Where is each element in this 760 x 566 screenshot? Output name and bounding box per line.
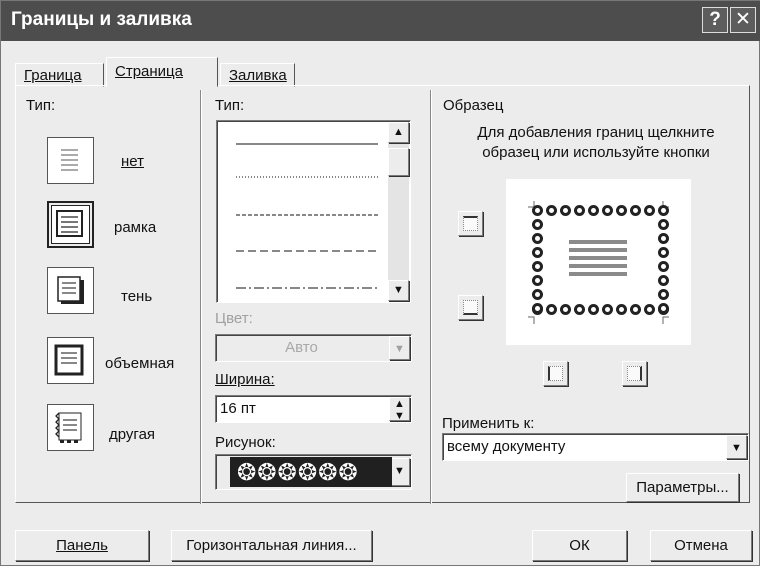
width-select[interactable]: 16 пт ▲ ▼ xyxy=(215,395,412,423)
page-shadow-icon xyxy=(47,267,94,314)
art-border-bead xyxy=(560,205,571,216)
art-border-bead xyxy=(658,261,669,272)
ok-button[interactable]: ОК xyxy=(532,530,627,561)
apply-label: Применить к: xyxy=(442,415,535,432)
line-style-list[interactable]: ▲ ▼ xyxy=(216,120,411,303)
art-border-bead xyxy=(560,304,571,315)
art-border-bead xyxy=(658,219,669,230)
art-border-bead xyxy=(602,304,613,315)
art-border-bead xyxy=(602,205,613,216)
setting-none-label: нет xyxy=(121,153,144,170)
art-border-bead xyxy=(630,205,641,216)
page-3d-icon xyxy=(47,337,94,384)
art-border-bead xyxy=(532,261,543,272)
art-border-bead xyxy=(532,275,543,286)
color-value: Авто xyxy=(285,339,318,356)
title-bar: Границы и заливка ? ✕ xyxy=(1,1,760,41)
width-value: 16 пт xyxy=(220,400,256,417)
left-border-button[interactable] xyxy=(543,361,568,386)
art-border-bead xyxy=(644,304,655,315)
art-border-bead xyxy=(546,205,557,216)
art-border-bead xyxy=(658,275,669,286)
setting-box-label: рамка xyxy=(114,219,157,236)
art-border-bead xyxy=(588,304,599,315)
apply-to-select[interactable]: всему документу ▼ xyxy=(442,433,749,461)
apply-value: всему документу xyxy=(447,438,566,455)
page-none-icon xyxy=(47,137,94,184)
page-box-icon xyxy=(47,201,94,248)
art-border-bead xyxy=(658,289,669,300)
art-value: ❂❂❂❂❂❂ xyxy=(230,457,392,487)
art-border-bead xyxy=(616,205,627,216)
bottom-border-button[interactable] xyxy=(458,295,483,320)
width-spinner-icon[interactable]: ▲ ▼ xyxy=(389,397,410,422)
line-style-samples xyxy=(236,143,378,289)
line-style-scrollbar[interactable]: ▲ ▼ xyxy=(388,122,409,301)
horizontal-line-button[interactable]: Горизонтальная линия... xyxy=(171,530,372,561)
art-border-bead xyxy=(532,205,543,216)
close-icon[interactable]: ✕ xyxy=(730,7,756,33)
art-border-bead xyxy=(644,205,655,216)
art-label: Рисунок: xyxy=(215,434,276,451)
top-border-button[interactable] xyxy=(458,211,483,236)
preview-instruction: Для добавления границ щелкните образец и… xyxy=(477,124,715,161)
panel-button[interactable]: Панель xyxy=(15,530,149,561)
group-divider-left xyxy=(200,90,201,504)
setting-3d-label: объемная xyxy=(105,355,175,372)
art-dropdown-icon[interactable]: ▼ xyxy=(389,458,410,486)
art-border-bead xyxy=(616,304,627,315)
art-border-bead xyxy=(658,233,669,244)
art-border-bead xyxy=(658,247,669,258)
page-custom-icon xyxy=(47,404,94,451)
art-border-bead xyxy=(546,304,557,315)
setting-custom-label: другая xyxy=(109,426,156,443)
setting-label: Тип: xyxy=(26,97,56,114)
scroll-up-icon[interactable]: ▲ xyxy=(388,122,409,143)
art-border-bead xyxy=(532,219,543,230)
scroll-down-icon[interactable]: ▼ xyxy=(388,280,409,301)
scroll-thumb[interactable] xyxy=(388,148,409,176)
art-border-bead xyxy=(532,289,543,300)
art-border-bead xyxy=(574,304,585,315)
group-divider-right xyxy=(430,90,431,504)
tab-border[interactable]: Граница xyxy=(15,63,104,87)
color-label: Цвет: xyxy=(215,310,253,327)
art-border-bead xyxy=(658,205,669,216)
style-label: Тип: xyxy=(215,97,245,114)
art-border-bead xyxy=(574,205,585,216)
border-preview[interactable] xyxy=(506,179,691,345)
borders-shading-dialog: Границы и заливка ? ✕ Граница Страница З… xyxy=(0,0,760,566)
preview-heading: Образец xyxy=(443,97,504,114)
apply-dropdown-icon[interactable]: ▼ xyxy=(726,435,747,459)
cancel-button[interactable]: Отмена xyxy=(650,530,752,561)
tab-page-border[interactable]: Страница xyxy=(106,57,218,87)
art-border-bead xyxy=(532,233,543,244)
right-border-button[interactable] xyxy=(622,361,647,386)
color-select: Авто ▼ xyxy=(215,334,412,362)
help-icon[interactable]: ? xyxy=(702,7,728,33)
options-button[interactable]: Параметры... xyxy=(626,473,739,502)
art-border-bead xyxy=(630,304,641,315)
width-label: Ширина: xyxy=(215,371,275,388)
art-border-bead xyxy=(532,247,543,258)
setting-shadow-label: тень xyxy=(121,288,153,305)
color-dropdown-icon: ▼ xyxy=(389,336,410,360)
art-border-bead xyxy=(588,205,599,216)
art-border-bead xyxy=(658,303,669,314)
tab-shading[interactable]: Заливка xyxy=(220,63,295,87)
art-border-bead xyxy=(532,303,543,314)
window-title: Границы и заливка xyxy=(11,9,192,30)
